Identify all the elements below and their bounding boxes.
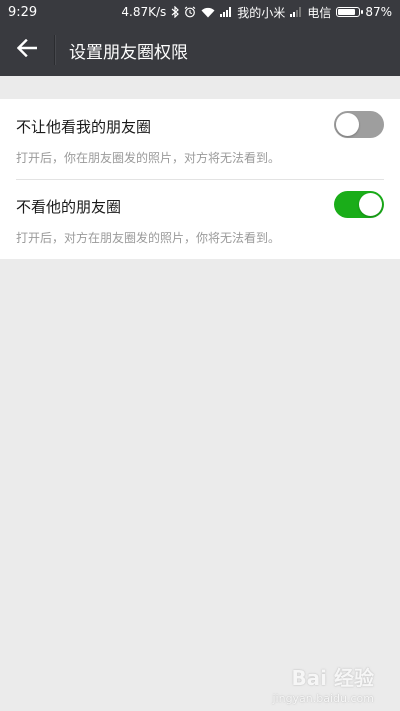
app-bar: 设置朋友圈权限: [0, 24, 400, 76]
signal-icon-1: [220, 7, 232, 17]
battery-percent: 87%: [365, 5, 392, 19]
settings-card: 不让他看我的朋友圈 打开后，你在朋友圈发的照片，对方将无法看到。 不看他的朋友圈…: [0, 99, 400, 259]
setting-row-hide-my-moments: 不让他看我的朋友圈 打开后，你在朋友圈发的照片，对方将无法看到。: [0, 99, 400, 179]
watermark-url: jingyan.baidu.com: [272, 692, 374, 705]
hide-my-moments-toggle[interactable]: [334, 111, 384, 138]
toggle-knob: [336, 113, 359, 136]
battery-level: [338, 9, 356, 15]
setting-label: 不让他看我的朋友圈: [16, 118, 152, 136]
baidu-jingyan-watermark: Bai 经验 jingyan.baidu.com: [272, 662, 374, 705]
page-title: 设置朋友圈权限: [69, 42, 188, 63]
carrier-2: 电信: [307, 5, 332, 20]
status-time: 9:29: [8, 4, 38, 20]
signal-icon-2: [290, 7, 302, 17]
header-divider: [54, 35, 56, 65]
watermark-logo-text: Bai 经验: [291, 666, 374, 690]
setting-description: 打开后，你在朋友圈发的照片，对方将无法看到。: [16, 151, 281, 165]
status-bar: 9:29 4.87K/s 我的小米 电信 87%: [0, 0, 400, 24]
back-button[interactable]: [0, 24, 54, 76]
battery-icon: [336, 7, 364, 17]
setting-row-hide-their-moments: 不看他的朋友圈 打开后，对方在朋友圈发的照片，你将无法看到。: [0, 179, 400, 259]
carrier-1: 我的小米: [237, 5, 286, 20]
setting-label: 不看他的朋友圈: [16, 198, 122, 216]
alarm-icon: [184, 6, 196, 18]
wifi-icon: [201, 7, 215, 18]
toggle-knob: [359, 193, 382, 216]
arrow-left-icon: [16, 38, 38, 61]
status-indicators: 4.87K/s 我的小米 电信 87%: [121, 4, 392, 21]
hide-their-moments-toggle[interactable]: [334, 191, 384, 218]
net-speed: 4.87K/s: [121, 5, 167, 19]
setting-description: 打开后，对方在朋友圈发的照片，你将无法看到。: [16, 231, 281, 245]
bluetooth-icon: [171, 6, 180, 18]
